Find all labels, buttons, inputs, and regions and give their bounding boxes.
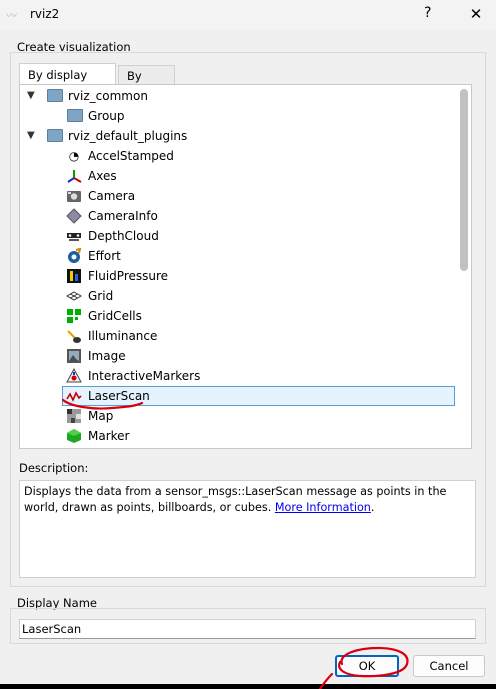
tree-item-rviz-default-plugins[interactable]: ▼ rviz_default_plugins	[24, 126, 444, 146]
rviz-app-icon: 〰	[6, 9, 17, 22]
tree-item-label: Marker	[88, 429, 130, 443]
tree-item-label: Grid	[88, 289, 114, 303]
tree-item-label: Group	[88, 109, 125, 123]
tree-item-image[interactable]: Image	[24, 346, 444, 366]
tree-item-axes[interactable]: Axes	[24, 166, 444, 186]
tab-by-display-type[interactable]: By display type	[19, 63, 116, 104]
tree-item-label: Effort	[88, 249, 121, 263]
folder-icon	[67, 109, 83, 122]
axes-icon	[66, 168, 82, 184]
tree-item-label: Illuminance	[88, 329, 158, 343]
depth-cloud-icon	[66, 228, 82, 244]
tree-item-camera[interactable]: Camera	[24, 186, 444, 206]
description-text-box: Displays the data from a sensor_msgs::La…	[19, 480, 476, 578]
marker-icon	[66, 428, 82, 444]
tree-item-label: Map	[88, 409, 114, 423]
tree-scrollbar[interactable]	[460, 89, 468, 271]
tree-item-label: LaserScan	[88, 389, 150, 403]
folder-icon	[47, 89, 63, 102]
image-icon	[66, 348, 82, 364]
chevron-down-icon[interactable]: ▼	[27, 126, 39, 146]
ok-button[interactable]: OK	[335, 655, 399, 677]
tree-item-label: CameraInfo	[88, 209, 158, 223]
tree-item-interactivemarkers[interactable]: InteractiveMarkers	[24, 366, 444, 386]
display-name-input[interactable]: LaserScan	[19, 619, 476, 639]
tree-item-group[interactable]: Group	[24, 106, 444, 126]
chevron-down-icon[interactable]: ▼	[27, 86, 39, 106]
interactive-markers-icon	[66, 367, 82, 384]
description-period: .	[370, 501, 375, 514]
tree-item-label: rviz_default_plugins	[68, 129, 188, 143]
tab-by-topic[interactable]: By topic	[118, 65, 175, 103]
tree-item-laserscan[interactable]: LaserScan	[62, 386, 455, 406]
fluid-pressure-icon	[66, 268, 82, 284]
help-icon[interactable]: ?	[424, 5, 431, 21]
tree-item-marker[interactable]: Marker	[24, 426, 444, 446]
tree-item-label: rviz_common	[68, 89, 148, 103]
tree-item-label: GridCells	[88, 309, 142, 323]
tree-item-rviz-common[interactable]: ▼ rviz_common	[24, 86, 444, 106]
camera-info-icon	[66, 208, 82, 224]
tree-item-label: AccelStamped	[88, 149, 174, 163]
cancel-button[interactable]: Cancel	[413, 655, 485, 677]
tree-item-grid[interactable]: Grid	[24, 286, 444, 306]
tree-item-depthcloud[interactable]: DepthCloud	[24, 226, 444, 246]
grid-icon	[65, 288, 83, 304]
tree-item-label: Camera	[88, 189, 136, 203]
effort-icon	[66, 247, 82, 264]
description-text: Displays the data from a sensor_msgs::La…	[24, 485, 447, 514]
grid-cells-icon	[66, 308, 82, 324]
tree-item-label: DepthCloud	[88, 229, 159, 243]
map-icon	[66, 408, 82, 424]
tree-item-label: Image	[88, 349, 126, 363]
tree-item-fluidpressure[interactable]: FluidPressure	[24, 266, 444, 286]
tree-item-camerainfo[interactable]: CameraInfo	[24, 206, 444, 226]
folder-icon	[47, 129, 63, 142]
close-icon[interactable]: ✕	[464, 2, 488, 26]
laser-scan-icon	[66, 388, 82, 404]
tree-item-label: Axes	[88, 169, 117, 183]
tree-item-illuminance[interactable]: Illuminance	[24, 326, 444, 346]
tree-item-label: InteractiveMarkers	[88, 369, 201, 383]
display-type-tree[interactable]: ▼ rviz_common Group ▼ rviz_default_plugi…	[19, 84, 472, 449]
tree-item-map[interactable]: Map	[24, 406, 444, 426]
window-title: rviz2	[30, 7, 60, 21]
description-label: Description:	[19, 461, 89, 475]
accel-icon: ◔	[68, 149, 80, 163]
tree-item-accelstamped[interactable]: ◔ AccelStamped	[24, 146, 444, 166]
illuminance-icon	[66, 328, 82, 344]
tree-item-gridcells[interactable]: GridCells	[24, 306, 444, 326]
title-bar: 〰 rviz2 ? ✕	[0, 0, 496, 30]
more-information-link[interactable]: More Information	[275, 501, 371, 514]
tree-item-effort[interactable]: Effort	[24, 246, 444, 266]
taskbar-edge	[0, 684, 496, 689]
tree-item-label: FluidPressure	[88, 269, 169, 283]
camera-icon	[66, 188, 82, 204]
